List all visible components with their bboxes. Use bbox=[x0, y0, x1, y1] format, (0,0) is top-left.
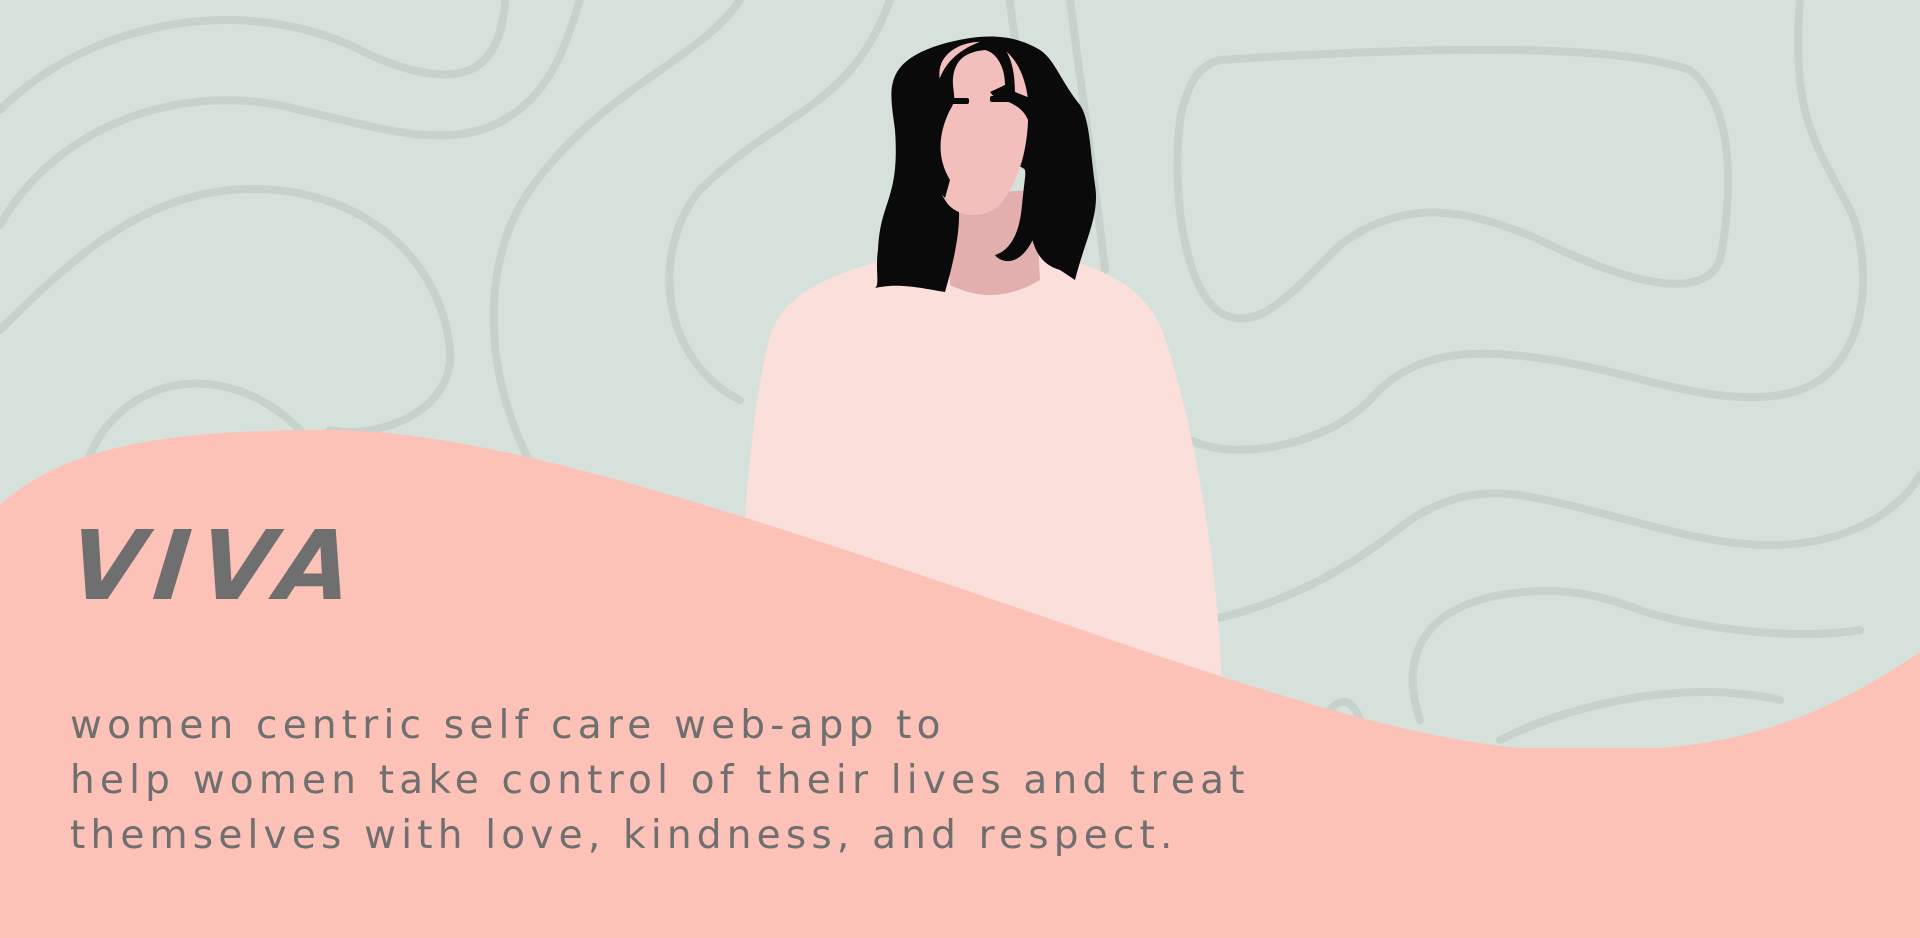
app-title: VIVA bbox=[64, 510, 368, 622]
tagline-line: women centric self care web-app to bbox=[70, 703, 946, 748]
hero-banner: VIVA women centric self care web-app to … bbox=[0, 0, 1920, 938]
tagline-line: help women take control of their lives a… bbox=[70, 758, 1250, 803]
app-tagline: women centric self care web-app to help … bbox=[70, 698, 1370, 863]
right-eyebrow bbox=[990, 96, 1016, 102]
tagline-line: themselves with love, kindness, and resp… bbox=[70, 813, 1178, 858]
left-eyebrow bbox=[945, 98, 969, 104]
